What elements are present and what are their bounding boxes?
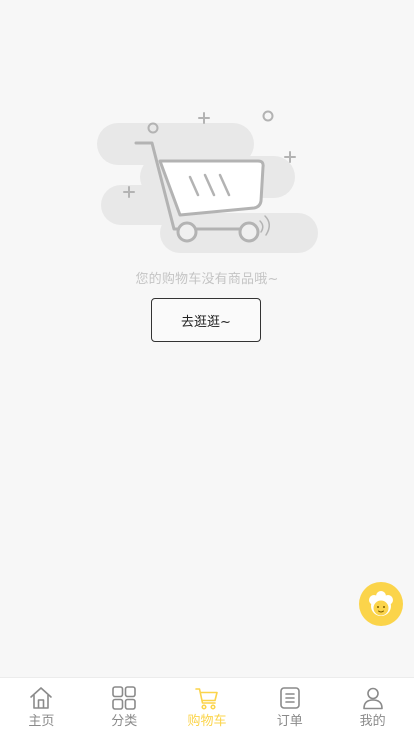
cart-icon [195,688,218,710]
go-shopping-button[interactable]: 去逛逛~ [151,298,261,342]
tab-profile-label: 我的 [359,714,386,729]
empty-cart-illustration [97,110,318,253]
order-list-icon [279,687,300,709]
home-icon [30,687,53,709]
tab-orders[interactable]: 订单 [248,678,331,736]
customer-service-button[interactable] [359,582,403,626]
bottom-tab-bar: 主页 分类 购物车 订单 我的 [0,677,414,736]
tab-home-label: 主页 [28,714,55,729]
tab-category-label: 分类 [111,714,138,729]
tab-home[interactable]: 主页 [0,678,83,736]
tab-profile[interactable]: 我的 [331,678,414,736]
empty-cart-message: 您的购物车没有商品哦~ [135,272,279,287]
tab-cart[interactable]: 购物车 [166,678,249,736]
tab-orders-label: 订单 [276,714,303,729]
tab-category[interactable]: 分类 [83,678,166,736]
avatar-face-icon [369,591,393,616]
tab-cart-label: 购物车 [187,714,227,729]
user-icon [362,687,383,710]
category-grid-icon [112,686,136,710]
